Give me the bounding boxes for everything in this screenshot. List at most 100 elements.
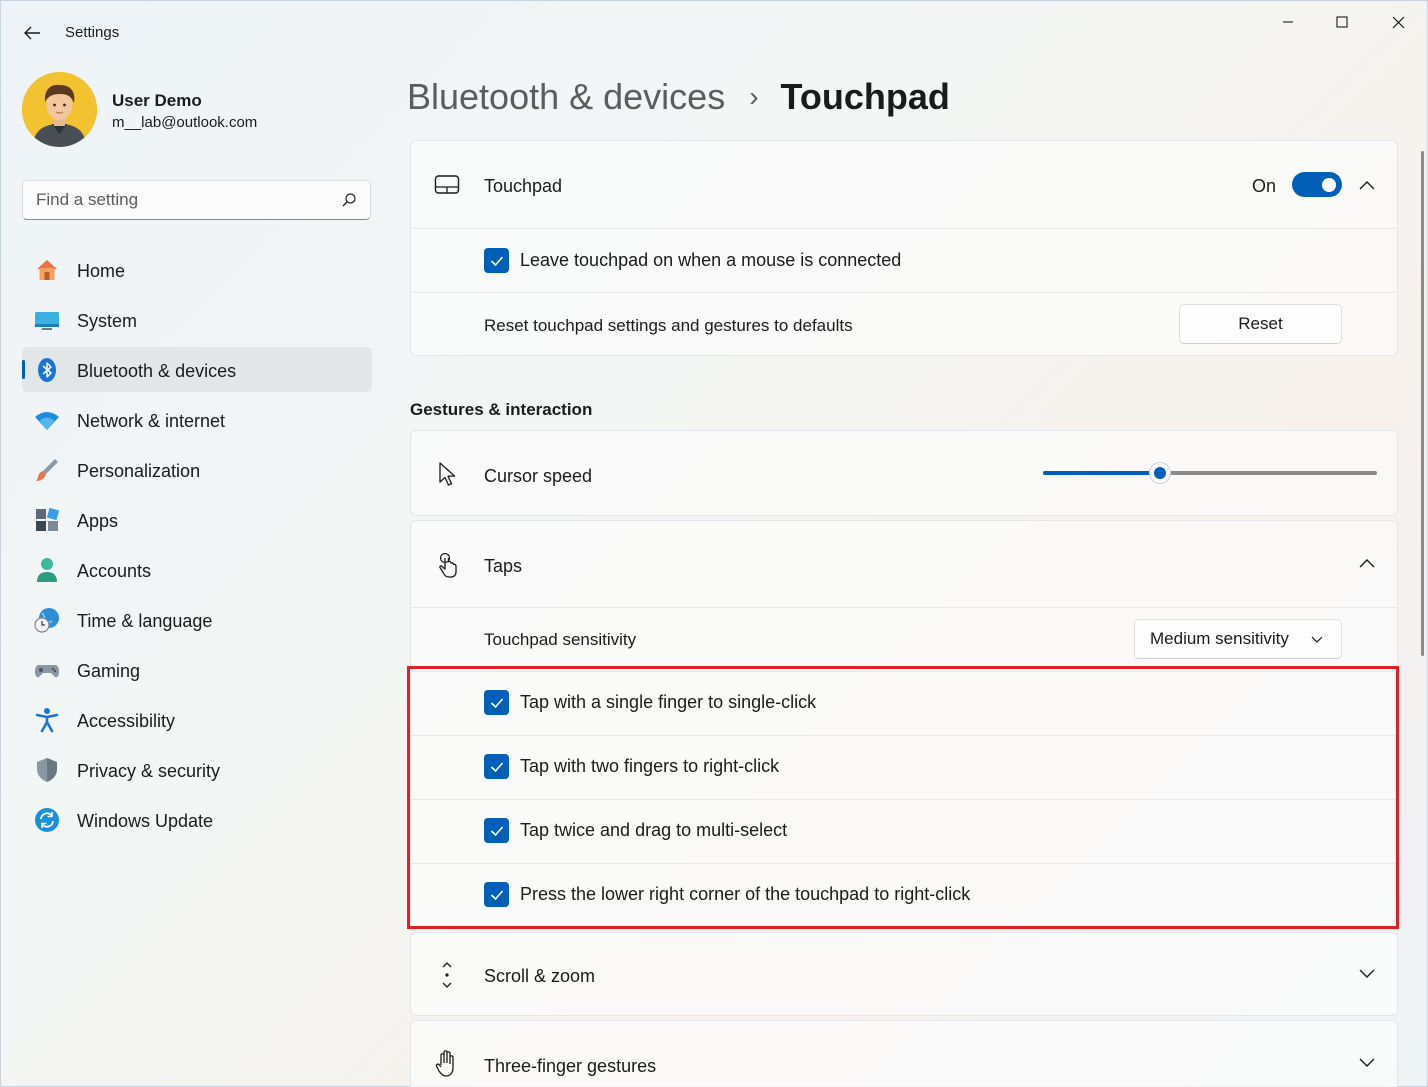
tap-option-row: Tap twice and drag to multi-select <box>411 799 1397 863</box>
close-button[interactable] <box>1375 9 1421 35</box>
chevron-up-icon[interactable] <box>1358 179 1376 191</box>
sensitivity-dropdown[interactable]: Medium sensitivity <box>1134 619 1342 659</box>
cursor-speed-slider[interactable] <box>1043 471 1377 475</box>
bluetooth-icon <box>34 357 60 383</box>
checkmark-icon <box>490 697 504 709</box>
close-icon <box>1392 16 1405 29</box>
back-button[interactable] <box>19 21 45 45</box>
touchpad-header-row[interactable]: Touchpad On <box>411 141 1397 228</box>
sensitivity-row: Touchpad sensitivity Medium sensitivity <box>411 607 1397 671</box>
search-input[interactable] <box>36 189 326 211</box>
three-finger-title: Three-finger gestures <box>484 1056 656 1077</box>
gestures-section-header: Gestures & interaction <box>410 400 592 420</box>
tap-twice-drag-checkbox[interactable] <box>484 818 509 843</box>
tap-option-label: Tap with two fingers to right-click <box>520 756 779 777</box>
checkmark-icon <box>490 761 504 773</box>
tap-option-row: Tap with two fingers to right-click <box>411 735 1397 799</box>
sidebar-item-label: Network & internet <box>77 411 225 432</box>
sidebar-item-network[interactable]: Network & internet <box>22 397 372 442</box>
leave-on-label: Leave touchpad on when a mouse is connec… <box>520 250 901 271</box>
checkmark-icon <box>490 889 504 901</box>
app-title: Settings <box>65 24 119 41</box>
avatar[interactable] <box>22 72 97 147</box>
slider-fill <box>1043 471 1160 475</box>
tap-option-label: Tap twice and drag to multi-select <box>520 820 787 841</box>
tap-hand-icon <box>433 551 461 579</box>
chevron-down-icon <box>1311 635 1323 644</box>
chevron-up-icon[interactable] <box>1358 557 1376 569</box>
minimize-button[interactable] <box>1265 9 1311 35</box>
shield-icon <box>34 757 60 783</box>
sidebar-item-windows-update[interactable]: Windows Update <box>22 797 372 842</box>
page-title: Touchpad <box>781 76 950 118</box>
breadcrumb-parent[interactable]: Bluetooth & devices <box>407 76 725 118</box>
sidebar-item-apps[interactable]: Apps <box>22 497 372 542</box>
tap-option-label: Press the lower right corner of the touc… <box>520 884 970 905</box>
sidebar-item-accessibility[interactable]: Accessibility <box>22 697 372 742</box>
touchpad-card: Touchpad On Leave touchpad on when a mou… <box>410 140 1398 356</box>
chevron-down-icon[interactable] <box>1358 968 1376 980</box>
search-icon[interactable] <box>341 192 357 208</box>
chevron-down-icon[interactable] <box>1358 1057 1376 1069</box>
breadcrumb-separator: › <box>749 81 758 113</box>
touchpad-title: Touchpad <box>484 176 562 197</box>
scroll-zoom-card[interactable]: Scroll & zoom <box>410 932 1398 1016</box>
sidebar-item-label: Apps <box>77 511 118 532</box>
tap-option-row: Tap with a single finger to single-click <box>411 671 1397 735</box>
tap-option-label: Tap with a single finger to single-click <box>520 692 816 713</box>
leave-on-row: Leave touchpad on when a mouse is connec… <box>411 228 1397 292</box>
user-avatar-icon <box>22 72 97 147</box>
checkmark-icon <box>490 825 504 837</box>
three-finger-card[interactable]: Three-finger gestures <box>410 1020 1398 1087</box>
tap-option-row: Press the lower right corner of the touc… <box>411 863 1397 927</box>
sensitivity-selected-value: Medium sensitivity <box>1150 629 1289 649</box>
sidebar-item-label: Bluetooth & devices <box>77 361 236 382</box>
sidebar-item-label: System <box>77 311 137 332</box>
sidebar-item-label: Personalization <box>77 461 200 482</box>
sidebar-item-time-language[interactable]: Time & language <box>22 597 372 642</box>
sidebar-item-gaming[interactable]: Gaming <box>22 647 372 692</box>
cursor-speed-card: Cursor speed <box>410 430 1398 516</box>
sensitivity-label: Touchpad sensitivity <box>484 630 636 650</box>
reset-description: Reset touchpad settings and gestures to … <box>484 316 853 336</box>
sidebar-item-system[interactable]: System <box>22 297 372 342</box>
sidebar-item-privacy-security[interactable]: Privacy & security <box>22 747 372 792</box>
gamepad-icon <box>34 657 60 683</box>
maximize-icon <box>1336 16 1348 28</box>
toggle-state-label: On <box>1252 176 1276 197</box>
sidebar-item-label: Windows Update <box>77 811 213 832</box>
accounts-icon <box>34 557 60 583</box>
settings-window: Settings User Demo m__lab@outlook.com <box>0 0 1428 1087</box>
taps-header-row[interactable]: Taps <box>411 521 1397 607</box>
sidebar-item-label: Home <box>77 261 125 282</box>
sidebar-item-home[interactable]: Home <box>22 247 372 292</box>
apps-icon <box>34 507 60 533</box>
update-icon <box>34 807 60 833</box>
tap-two-fingers-checkbox[interactable] <box>484 754 509 779</box>
clock-globe-icon <box>34 607 60 633</box>
hand-gesture-icon <box>433 1049 461 1077</box>
checkmark-icon <box>490 255 504 267</box>
brush-icon <box>34 457 60 483</box>
sidebar-item-label: Accessibility <box>77 711 175 732</box>
maximize-button[interactable] <box>1319 9 1365 35</box>
touchpad-toggle[interactable] <box>1292 172 1342 197</box>
wifi-icon <box>34 407 60 433</box>
cursor-speed-title: Cursor speed <box>484 466 592 487</box>
leave-on-checkbox[interactable] <box>484 248 509 273</box>
sidebar-item-accounts[interactable]: Accounts <box>22 547 372 592</box>
scrollbar[interactable] <box>1421 151 1424 656</box>
sidebar-item-bluetooth-devices[interactable]: Bluetooth & devices <box>22 347 372 392</box>
sidebar-item-personalization[interactable]: Personalization <box>22 447 372 492</box>
scroll-zoom-title: Scroll & zoom <box>484 966 595 987</box>
reset-button[interactable]: Reset <box>1179 304 1342 344</box>
slider-thumb[interactable] <box>1150 463 1170 483</box>
search-box[interactable] <box>22 180 371 220</box>
taps-title: Taps <box>484 556 522 577</box>
scroll-icon <box>433 961 461 989</box>
tap-single-finger-checkbox[interactable] <box>484 690 509 715</box>
minimize-icon <box>1282 16 1294 28</box>
sidebar-item-label: Privacy & security <box>77 761 220 782</box>
lower-right-corner-checkbox[interactable] <box>484 882 509 907</box>
sidebar-nav: Home System Bluetooth & devices Network … <box>22 247 372 847</box>
